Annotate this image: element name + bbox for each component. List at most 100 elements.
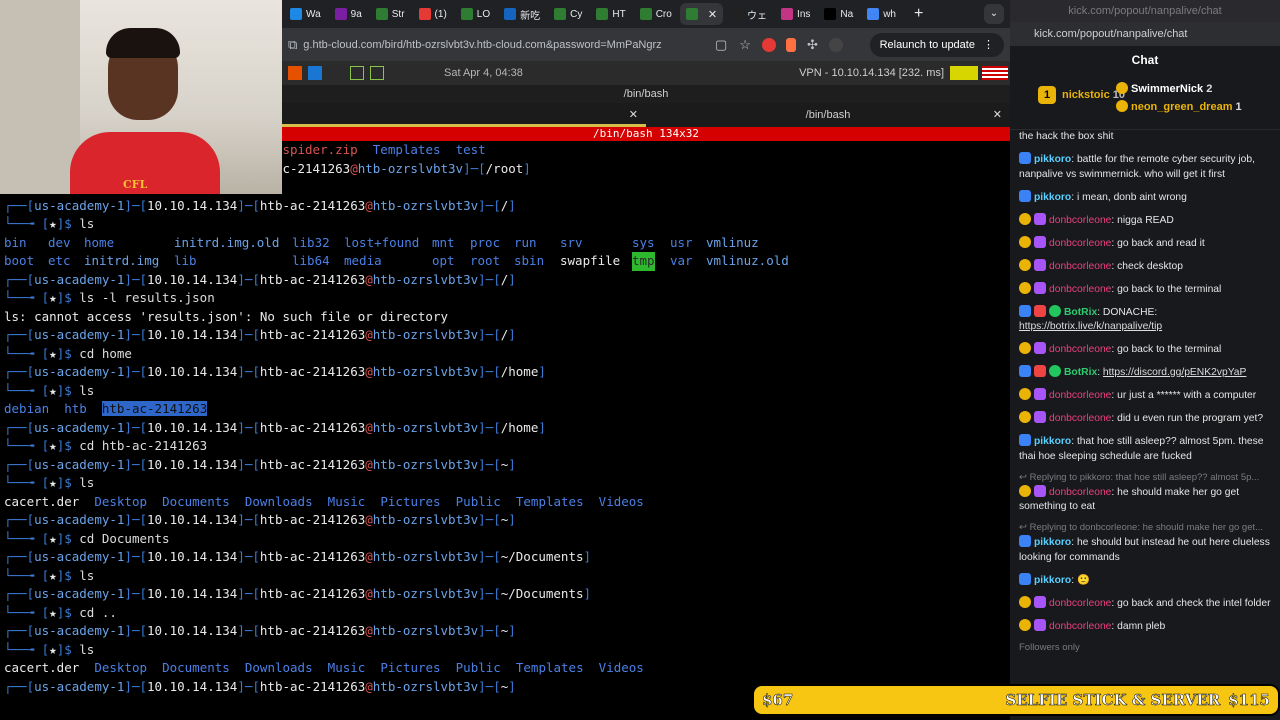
- ls-entry: lib: [174, 253, 197, 268]
- leader-entry[interactable]: SwimmerNick 2: [1116, 82, 1212, 95]
- prompt-user: htb-ac-2141263: [259, 197, 366, 213]
- new-tab-icon[interactable]: +: [914, 5, 923, 23]
- chat-username[interactable]: donbcorleone: [1049, 238, 1111, 249]
- panel-clock: Sat Apr 4, 04:38: [444, 67, 523, 79]
- tab-favicon-icon: [781, 8, 794, 20]
- leader-entry[interactable]: 1 nickstoic 10: [1038, 86, 1125, 104]
- url-field[interactable]: g.htb-cloud.com/bird/htb-ozrslvbt3v.htb-…: [303, 39, 693, 51]
- browser-tab[interactable]: Ins: [775, 3, 816, 25]
- ls-entry: boot: [4, 253, 35, 268]
- prompt-bracket: ]: [523, 160, 531, 176]
- prompt-at: @: [365, 512, 373, 527]
- prompt-bracket: ]─[: [478, 197, 501, 213]
- chat-username[interactable]: donbcorleone: [1049, 487, 1111, 498]
- chat-username[interactable]: BotRix: [1064, 307, 1097, 318]
- close-tab-icon[interactable]: ✕: [708, 8, 717, 21]
- browser-tab[interactable]: Na: [818, 3, 859, 25]
- extension-record-icon[interactable]: [761, 37, 776, 52]
- chat-username[interactable]: pikkoro: [1034, 537, 1071, 548]
- browser-tab[interactable]: Cro: [634, 3, 678, 25]
- goal-ticker: $67 SELFIE STICK & SERVER $115: [752, 684, 1280, 716]
- chat-username[interactable]: pikkoro: [1034, 436, 1071, 447]
- leader-entry[interactable]: neon_green_dream 1: [1116, 100, 1242, 113]
- tab-title: Na: [840, 8, 854, 20]
- chat-link[interactable]: https://discord.gg/pENK2vpYaP: [1103, 367, 1246, 378]
- browser-tab[interactable]: 新吃: [498, 3, 546, 25]
- prompt-bracket: ]$: [56, 604, 80, 620]
- chat-leaderboard: 1 nickstoic 10 SwimmerNick 2 neon_green_dre…: [1010, 70, 1280, 130]
- ls-entry: Videos: [598, 493, 644, 509]
- parrot-menu-icon[interactable]: [288, 66, 302, 80]
- cast-icon[interactable]: ▢: [715, 37, 727, 53]
- terminal-tab-2[interactable]: /bin/bash ✕: [646, 103, 1010, 127]
- browser-tab[interactable]: (1): [413, 3, 453, 25]
- terminal-line: ┌──[us-academy-1]─[10.10.14.134]─[htb-ac…: [4, 419, 1010, 438]
- terminal-tab-1[interactable]: ✕: [282, 103, 646, 127]
- chat-username[interactable]: pikkoro: [1034, 192, 1071, 203]
- terminal-line: ┌──[us-academy-1]─[10.10.14.134]─[htb-ac…: [4, 456, 1010, 475]
- chat-username[interactable]: donbcorleone: [1049, 344, 1111, 355]
- prompt-star: ★: [49, 641, 57, 657]
- prompt-bracket: ]─[: [478, 549, 501, 564]
- chat-username[interactable]: BotRix: [1064, 367, 1097, 378]
- prompt-net: us-academy-1: [34, 456, 125, 472]
- chat-username[interactable]: donbcorleone: [1049, 413, 1111, 424]
- chat-url-bar[interactable]: kick.com/popout/nanpalive/chat: [1010, 22, 1280, 46]
- prompt-bracket: ┌──[: [4, 549, 35, 564]
- prompt-net: us-academy-1: [34, 623, 125, 638]
- tab-search-icon[interactable]: ⌄: [984, 4, 1004, 24]
- chat-message: donbcorleone: ur just a ****** with a co…: [1019, 388, 1274, 404]
- chat-username[interactable]: donbcorleone: [1049, 284, 1111, 295]
- prompt-bracket: ┌──[: [4, 623, 35, 638]
- prompt-bracket: ]: [508, 327, 516, 342]
- prompt-user: htb-ac-2141263: [259, 586, 366, 601]
- chat-username[interactable]: donbcorleone: [1049, 215, 1111, 226]
- chat-username[interactable]: pikkoro: [1034, 575, 1071, 586]
- prompt-bracket: ]: [508, 271, 516, 287]
- terminal-app-icon[interactable]: [350, 66, 364, 80]
- chat-username[interactable]: donbcorleone: [1049, 261, 1111, 272]
- ls-output: bin dev home initrd.img.old lib32 lost+found m…: [4, 234, 1010, 271]
- profile-avatar[interactable]: [828, 37, 843, 52]
- keyboard-layout-flag-icon[interactable]: [982, 66, 1008, 80]
- close-tab-icon[interactable]: ✕: [993, 103, 1002, 127]
- terminal-line: ┌──[us-academy-1]─[10.10.14.134]─[htb-ac…: [4, 271, 1010, 290]
- chat-username[interactable]: donbcorleone: [1049, 598, 1111, 609]
- extension-flame-icon[interactable]: [785, 37, 796, 52]
- chat-username[interactable]: donbcorleone: [1049, 621, 1111, 632]
- browser-tab[interactable]: wh: [861, 3, 902, 25]
- browser-tab[interactable]: Str: [370, 3, 411, 25]
- chat-username[interactable]: pikkoro: [1034, 154, 1071, 165]
- close-tab-icon[interactable]: ✕: [629, 103, 638, 127]
- chat-link[interactable]: https://botrix.live/k/nanpalive/tip: [1019, 321, 1162, 332]
- browser-tab[interactable]: HT: [590, 3, 631, 25]
- prompt-ip: 10.10.14.134: [147, 512, 238, 527]
- browser-tab[interactable]: Wa: [284, 3, 327, 25]
- prompt-bracket: ]$: [56, 438, 80, 453]
- terminal-output[interactable]: spider.zip Templates test c-2141263@htb-…: [0, 141, 1010, 720]
- bookmark-star-icon[interactable]: ☆: [739, 37, 751, 53]
- ls-entry: tmp: [632, 252, 655, 271]
- browser-tab[interactable]: 9a: [329, 3, 368, 25]
- browser-tab[interactable]: Cy: [548, 3, 588, 25]
- chat-username[interactable]: donbcorleone: [1049, 390, 1111, 401]
- browser-tab[interactable]: LO: [455, 3, 496, 25]
- files-app-icon[interactable]: [308, 66, 322, 80]
- prompt-bracket: ┌──[: [4, 271, 35, 287]
- rank-badge-icon: 1: [1038, 86, 1056, 104]
- prompt-bracket: ]─[: [478, 271, 501, 287]
- relaunch-button[interactable]: Relaunch to update ⋮: [869, 32, 1004, 57]
- terminal-line: ┌──[us-academy-1]─[10.10.14.134]─[htb-ac…: [4, 197, 1010, 216]
- ls-entry: srv: [560, 234, 583, 250]
- chat-text: DONACHE:: [1102, 306, 1158, 318]
- site-info-icon[interactable]: ⧉: [288, 37, 297, 53]
- command-text: cd home: [79, 345, 132, 361]
- editor-app-icon[interactable]: [370, 66, 384, 80]
- prompt-at: @: [365, 456, 373, 472]
- browser-tab[interactable]: ✕: [679, 3, 724, 25]
- browser-tab[interactable]: ウェ: [725, 3, 773, 25]
- purple-badge-icon: [1034, 258, 1046, 271]
- ls-entry: dev: [48, 234, 71, 250]
- extensions-puzzle-icon[interactable]: ✣: [807, 37, 818, 53]
